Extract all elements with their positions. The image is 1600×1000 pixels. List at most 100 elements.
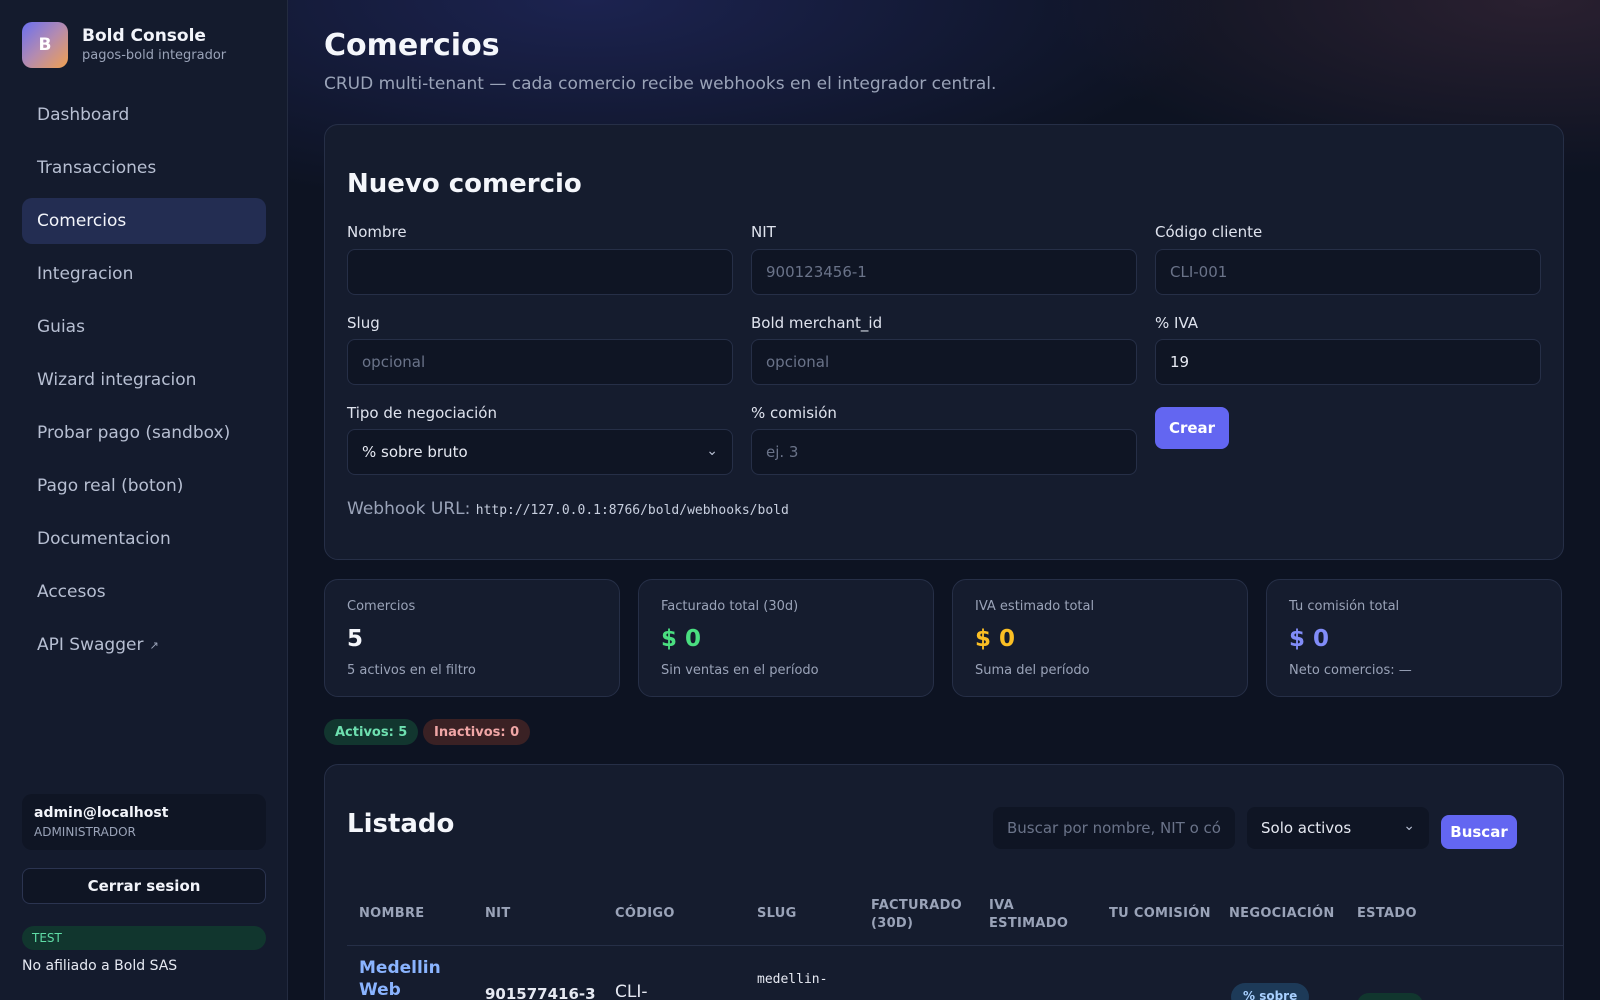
main-content: Comercios CRUD multi-tenant — cada comer… xyxy=(288,0,1600,1000)
stat-iva: IVA estimado total $ 0 Suma del período xyxy=(952,579,1248,697)
stat-foot: 5 activos en el filtro xyxy=(347,663,476,678)
sidebar-item-pago-real[interactable]: Pago real (boton) xyxy=(22,463,266,509)
brand-logo: B xyxy=(22,22,68,68)
sidebar-item-label: Accesos xyxy=(37,582,106,602)
user-role: ADMINISTRADOR xyxy=(34,825,136,839)
sidebar: B Bold Console pagos-bold integrador Das… xyxy=(0,0,288,1000)
sidebar-item-comercios[interactable]: Comercios xyxy=(22,198,266,244)
sidebar-item-label: Pago real (boton) xyxy=(37,476,184,496)
col-slug[interactable]: SLUG xyxy=(757,905,797,923)
sidebar-item-api-swagger[interactable]: API Swagger ↗ xyxy=(22,622,266,668)
page-title: Comercios xyxy=(324,28,500,63)
page-subtitle: CRUD multi-tenant — cada comercio recibe… xyxy=(324,74,997,94)
sidebar-item-label: API Swagger xyxy=(37,635,144,655)
iva-label: % IVA xyxy=(1155,314,1199,332)
inactive-count-pill[interactable]: Inactivos: 0 xyxy=(423,719,531,745)
listing-title: Listado xyxy=(347,809,455,839)
sidebar-item-label: Dashboard xyxy=(37,105,130,125)
webhook-label: Webhook URL: xyxy=(347,499,471,519)
brand: B Bold Console pagos-bold integrador xyxy=(22,22,226,68)
col-comision[interactable]: TU COMISIÓN xyxy=(1109,905,1211,923)
stat-label: Facturado total (30d) xyxy=(661,599,799,614)
sidebar-item-label: Documentacion xyxy=(37,529,171,549)
codigo-label: Código cliente xyxy=(1155,223,1263,241)
webhook-info: Webhook URL: http://127.0.0.1:8766/bold/… xyxy=(347,499,789,519)
sidebar-nav: Dashboard Transacciones Comercios Integr… xyxy=(22,92,266,675)
slug-input[interactable]: opcional xyxy=(347,339,733,385)
stat-value: $ 0 xyxy=(661,626,702,652)
sidebar-item-integracion[interactable]: Integracion xyxy=(22,251,266,297)
chevron-down-icon: ⌄ xyxy=(706,443,718,459)
stat-foot: Suma del período xyxy=(975,663,1090,678)
merchant-id-input[interactable]: opcional xyxy=(751,339,1137,385)
stat-value: 5 xyxy=(347,626,364,652)
stat-label: Tu comisión total xyxy=(1289,599,1400,614)
sidebar-item-label: Probar pago (sandbox) xyxy=(37,423,231,443)
comision-input[interactable]: ej. 3 xyxy=(751,429,1137,475)
stat-foot: Neto comercios: — xyxy=(1289,663,1412,678)
brand-title: Bold Console xyxy=(82,26,206,46)
external-link-icon: ↗ xyxy=(149,638,159,652)
brand-subtitle: pagos-bold integrador xyxy=(82,48,227,63)
stat-label: Comercios xyxy=(347,599,416,614)
comision-label: % comisión xyxy=(751,404,837,422)
cell-codigo: CLI- xyxy=(615,982,648,1000)
webhook-url: http://127.0.0.1:8766/bold/webhooks/bold xyxy=(475,503,789,518)
env-badge: TEST xyxy=(22,926,266,950)
cell-nit: 901577416-3 xyxy=(485,985,596,1000)
iva-input[interactable]: 19 xyxy=(1155,339,1541,385)
active-count-pill[interactable]: Activos: 5 xyxy=(324,719,419,745)
cell-slug: medellin- xyxy=(757,972,828,987)
tipo-negociacion-label: Tipo de negociación xyxy=(347,404,497,422)
sidebar-item-documentacion[interactable]: Documentacion xyxy=(22,516,266,562)
nit-label: NIT xyxy=(751,223,776,241)
search-input[interactable]: Buscar por nombre, NIT o código xyxy=(993,807,1235,849)
merchant-listing: Listado Buscar por nombre, NIT o código … xyxy=(324,764,1564,1000)
stat-facturado: Facturado total (30d) $ 0 Sin ventas en … xyxy=(638,579,934,697)
stat-comercios: Comercios 5 5 activos en el filtro xyxy=(324,579,620,697)
sidebar-item-label: Wizard integracion xyxy=(37,370,197,390)
col-codigo[interactable]: CÓDIGO xyxy=(615,905,675,923)
sidebar-item-label: Integracion xyxy=(37,264,134,284)
stat-foot: Sin ventas en el período xyxy=(661,663,819,678)
cell-negociacion-badge: % sobre xyxy=(1231,983,1310,1000)
logout-button[interactable]: Cerrar sesion xyxy=(22,868,266,904)
col-facturado[interactable]: FACTURADO (30D) xyxy=(871,897,971,933)
status-badge xyxy=(1357,993,1423,1000)
sidebar-item-label: Guias xyxy=(37,317,85,337)
status-filter-select[interactable]: Solo activos ⌄ xyxy=(1247,807,1429,849)
col-iva[interactable]: IVA ESTIMADO xyxy=(989,897,1079,933)
nombre-input[interactable] xyxy=(347,249,733,295)
user-info: admin@localhost ADMINISTRADOR xyxy=(22,794,266,850)
sidebar-item-transacciones[interactable]: Transacciones xyxy=(22,145,266,191)
sidebar-item-wizard[interactable]: Wizard integracion xyxy=(22,357,266,403)
tipo-negociacion-select[interactable]: % sobre bruto ⌄ xyxy=(347,429,733,475)
slug-label: Slug xyxy=(347,314,380,332)
col-nit[interactable]: NIT xyxy=(485,905,511,923)
col-estado[interactable]: ESTADO xyxy=(1357,905,1417,923)
affiliation-text: No afiliado a Bold SAS xyxy=(22,958,178,974)
col-negociacion[interactable]: NEGOCIACIÓN xyxy=(1229,905,1335,923)
search-button[interactable]: Buscar xyxy=(1441,815,1517,849)
form-title: Nuevo comercio xyxy=(347,169,582,199)
cell-nombre[interactable]: Medellin Web xyxy=(359,957,449,1000)
chevron-down-icon: ⌄ xyxy=(1403,818,1415,834)
sidebar-item-label: Comercios xyxy=(37,211,127,231)
stat-value: $ 0 xyxy=(975,626,1016,652)
create-button[interactable]: Crear xyxy=(1155,407,1229,449)
stat-value: $ 0 xyxy=(1289,626,1330,652)
nit-input[interactable]: 900123456-1 xyxy=(751,249,1137,295)
codigo-input[interactable]: CLI-001 xyxy=(1155,249,1541,295)
new-merchant-form: Nuevo comercio Nombre NIT 900123456-1 Có… xyxy=(324,124,1564,560)
table-header-divider xyxy=(347,945,1563,946)
col-nombre[interactable]: NOMBRE xyxy=(359,905,424,923)
sidebar-item-guias[interactable]: Guias xyxy=(22,304,266,350)
sidebar-item-dashboard[interactable]: Dashboard xyxy=(22,92,266,138)
sidebar-item-label: Transacciones xyxy=(37,158,157,178)
sidebar-item-accesos[interactable]: Accesos xyxy=(22,569,266,615)
user-email: admin@localhost xyxy=(34,805,169,821)
stat-label: IVA estimado total xyxy=(975,599,1095,614)
sidebar-item-sandbox[interactable]: Probar pago (sandbox) xyxy=(22,410,266,456)
stat-comision: Tu comisión total $ 0 Neto comercios: — xyxy=(1266,579,1562,697)
nombre-label: Nombre xyxy=(347,223,407,241)
